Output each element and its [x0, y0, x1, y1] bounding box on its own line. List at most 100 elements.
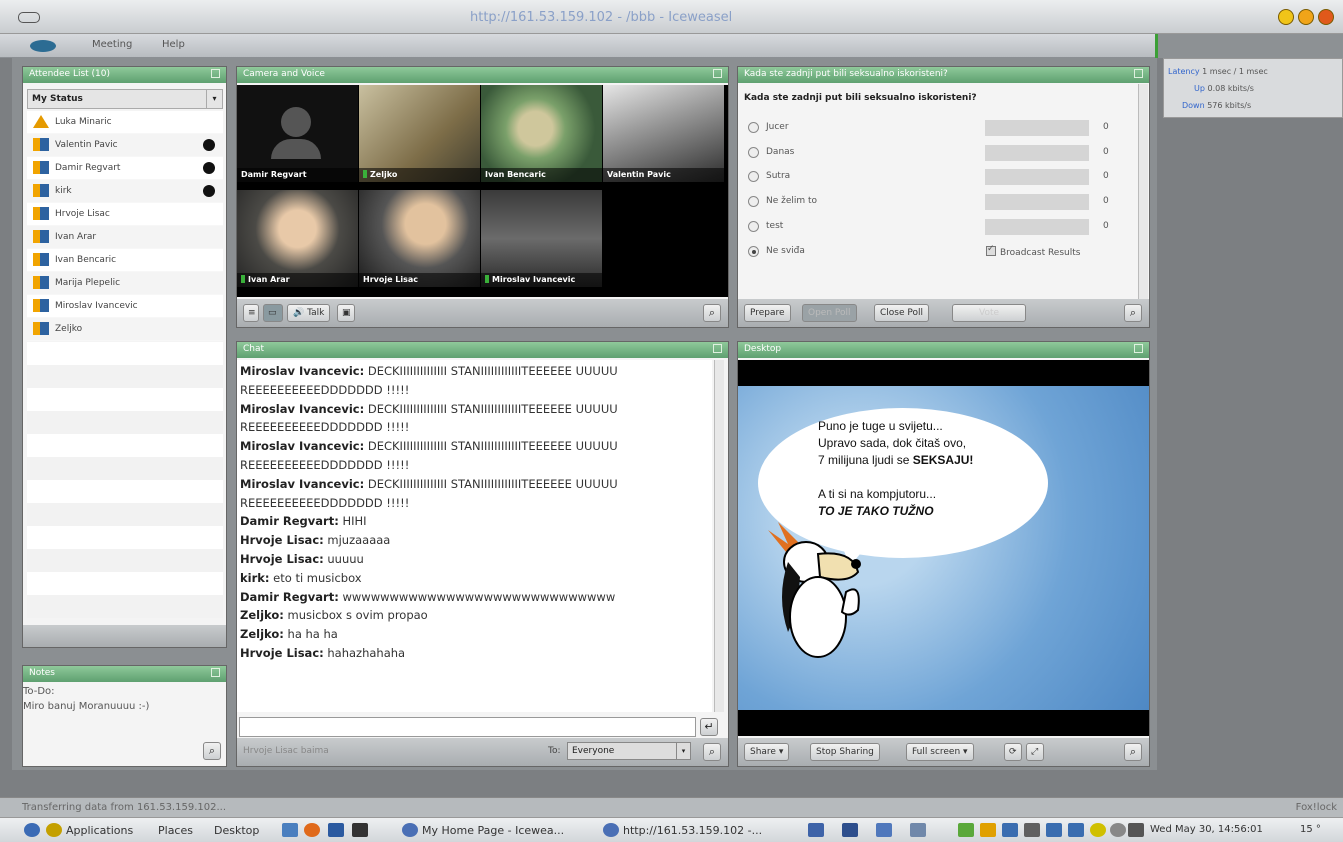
attendee-row[interactable]: Ivan Arar: [27, 226, 223, 249]
video-tile[interactable]: Valentin Pavic: [603, 85, 724, 182]
attendee-row[interactable]: kirk: [27, 180, 223, 203]
full-screen-button[interactable]: Full screen ▾: [906, 743, 974, 761]
tray-app-icon[interactable]: [1024, 823, 1040, 837]
video-tile[interactable]: Ivan Arar: [237, 190, 358, 287]
zoom-icon[interactable]: ⌕: [703, 304, 721, 322]
tray-app-icon[interactable]: [1002, 823, 1018, 837]
poll-option[interactable]: test 0: [748, 219, 1128, 239]
menu-help[interactable]: Help: [162, 39, 185, 50]
radio-button[interactable]: [748, 221, 759, 232]
panel-maximize-icon[interactable]: [211, 69, 220, 78]
down-label: Down: [1182, 101, 1205, 110]
attendee-panel-footer: [23, 625, 226, 647]
email-icon[interactable]: [328, 823, 344, 837]
poll-option[interactable]: Jucer 0: [748, 120, 1128, 140]
tray-app-icon[interactable]: [1046, 823, 1062, 837]
attendee-row[interactable]: Marija Plepelic: [27, 272, 223, 295]
panel-maximize-icon[interactable]: [1134, 344, 1143, 353]
chat-input[interactable]: [239, 717, 696, 737]
taskbar-item-bbb[interactable]: http://161.53.159.102 -...: [623, 824, 762, 837]
taskbar-item-home[interactable]: My Home Page - Icewea...: [422, 824, 564, 837]
volume-icon[interactable]: [1128, 823, 1144, 837]
video-tile[interactable]: Hrvoje Lisac: [359, 190, 480, 287]
participant-icon: [33, 253, 49, 266]
checkbox-icon[interactable]: [986, 244, 996, 256]
notes-text[interactable]: To-Do: Miro banuj Moranuuuu :-): [23, 684, 149, 714]
workspace-2-icon[interactable]: [842, 823, 858, 837]
zoom-icon[interactable]: ⌕: [703, 743, 721, 761]
radio-button[interactable]: [748, 122, 759, 133]
zoom-icon[interactable]: ⌕: [1124, 743, 1142, 761]
vote-button[interactable]: Vote: [952, 304, 1026, 322]
my-status-select[interactable]: My Status ▾: [27, 89, 223, 109]
places-menu[interactable]: Places: [158, 824, 193, 837]
maximize-button[interactable]: [1298, 9, 1314, 25]
attendee-row[interactable]: Damir Regvart: [27, 157, 223, 180]
close-poll-button[interactable]: Close Poll: [874, 304, 929, 322]
window-menu-icon[interactable]: [18, 12, 40, 23]
zoom-icon[interactable]: ⌕: [1124, 304, 1142, 322]
panel-maximize-icon[interactable]: [713, 69, 722, 78]
clock[interactable]: Wed May 30, 14:56:01: [1150, 824, 1263, 835]
attendee-row[interactable]: Hrvoje Lisac: [27, 203, 223, 226]
panel-maximize-icon[interactable]: [211, 668, 220, 677]
chat-recipient-select[interactable]: Everyone ▾: [567, 742, 691, 760]
workspace-3-icon[interactable]: [876, 823, 892, 837]
panel-maximize-icon[interactable]: [1134, 69, 1143, 78]
chevron-down-icon[interactable]: ▾: [676, 743, 690, 759]
prepare-button[interactable]: Prepare: [744, 304, 791, 322]
menu-meeting[interactable]: Meeting: [92, 39, 132, 50]
radio-button[interactable]: [748, 246, 759, 257]
refresh-icon[interactable]: ⟳: [1004, 743, 1022, 761]
tray-power-icon[interactable]: [1110, 823, 1126, 837]
open-poll-button[interactable]: Open Poll: [802, 304, 857, 322]
radio-button[interactable]: [748, 147, 759, 158]
notes-panel: Notes To-Do: Miro banuj Moranuuuu :-) ⌕: [22, 665, 227, 767]
broadcast-results-checkbox[interactable]: Broadcast Results: [986, 244, 1080, 258]
chat-scrollbar[interactable]: [714, 360, 724, 712]
tray-weather-icon[interactable]: [1090, 823, 1106, 837]
close-button[interactable]: [1318, 9, 1334, 25]
show-desktop-icon[interactable]: [24, 823, 40, 837]
poll-option[interactable]: Ne želim to 0: [748, 194, 1128, 214]
workspace-4-icon[interactable]: [910, 823, 926, 837]
firefox-icon[interactable]: [304, 823, 320, 837]
send-icon[interactable]: ↵: [700, 718, 718, 736]
webcam-button[interactable]: ▭: [263, 304, 283, 322]
video-tile[interactable]: Damir Regvart: [237, 85, 358, 182]
zoom-icon[interactable]: ⌕: [203, 742, 221, 760]
chevron-down-icon[interactable]: ▾: [206, 90, 222, 108]
lock-button[interactable]: ▣: [337, 304, 355, 322]
terminal-icon[interactable]: [352, 823, 368, 837]
workspace-1-icon[interactable]: [808, 823, 824, 837]
video-tile[interactable]: Miroslav Ivancevic: [481, 190, 602, 287]
settings-button[interactable]: ≡: [243, 304, 259, 322]
video-tile[interactable]: Ivan Bencaric: [481, 85, 602, 182]
tray-update-icon[interactable]: [980, 823, 996, 837]
desktop-menu[interactable]: Desktop: [214, 824, 259, 837]
talk-button[interactable]: 🔊 Talk: [287, 304, 331, 322]
stop-sharing-button[interactable]: Stop Sharing: [810, 743, 880, 761]
poll-option[interactable]: Sutra 0: [748, 169, 1128, 189]
poll-scrollbar[interactable]: [1138, 84, 1148, 299]
video-tile[interactable]: Zeljko: [359, 85, 480, 182]
launcher-icon[interactable]: [282, 823, 298, 837]
tray-network-icon[interactable]: [958, 823, 974, 837]
attendee-row[interactable]: Valentin Pavic: [27, 134, 223, 157]
speech-bubble-text: Puno je tuge u svijetu... Upravo sada, d…: [818, 419, 974, 518]
share-button[interactable]: Share ▾: [744, 743, 790, 761]
applications-menu[interactable]: Applications: [66, 824, 133, 837]
tray-app-icon[interactable]: [1068, 823, 1084, 837]
attendee-row[interactable]: Zeljko: [27, 318, 223, 341]
radio-button[interactable]: [748, 171, 759, 182]
panel-maximize-icon[interactable]: [713, 344, 722, 353]
attendee-row[interactable]: Miroslav Ivancevic: [27, 295, 223, 318]
camera-panel-header: Camera and Voice: [237, 67, 728, 83]
minimize-button[interactable]: [1278, 9, 1294, 25]
radio-button[interactable]: [748, 196, 759, 207]
poll-panel-header: Kada ste zadnji put bili seksualno iskor…: [738, 67, 1149, 83]
poll-option[interactable]: Danas 0: [748, 145, 1128, 165]
attendee-row[interactable]: Ivan Bencaric: [27, 249, 223, 272]
attendee-row[interactable]: Luka Minaric: [27, 111, 223, 134]
fit-icon[interactable]: ⤢: [1026, 743, 1044, 761]
